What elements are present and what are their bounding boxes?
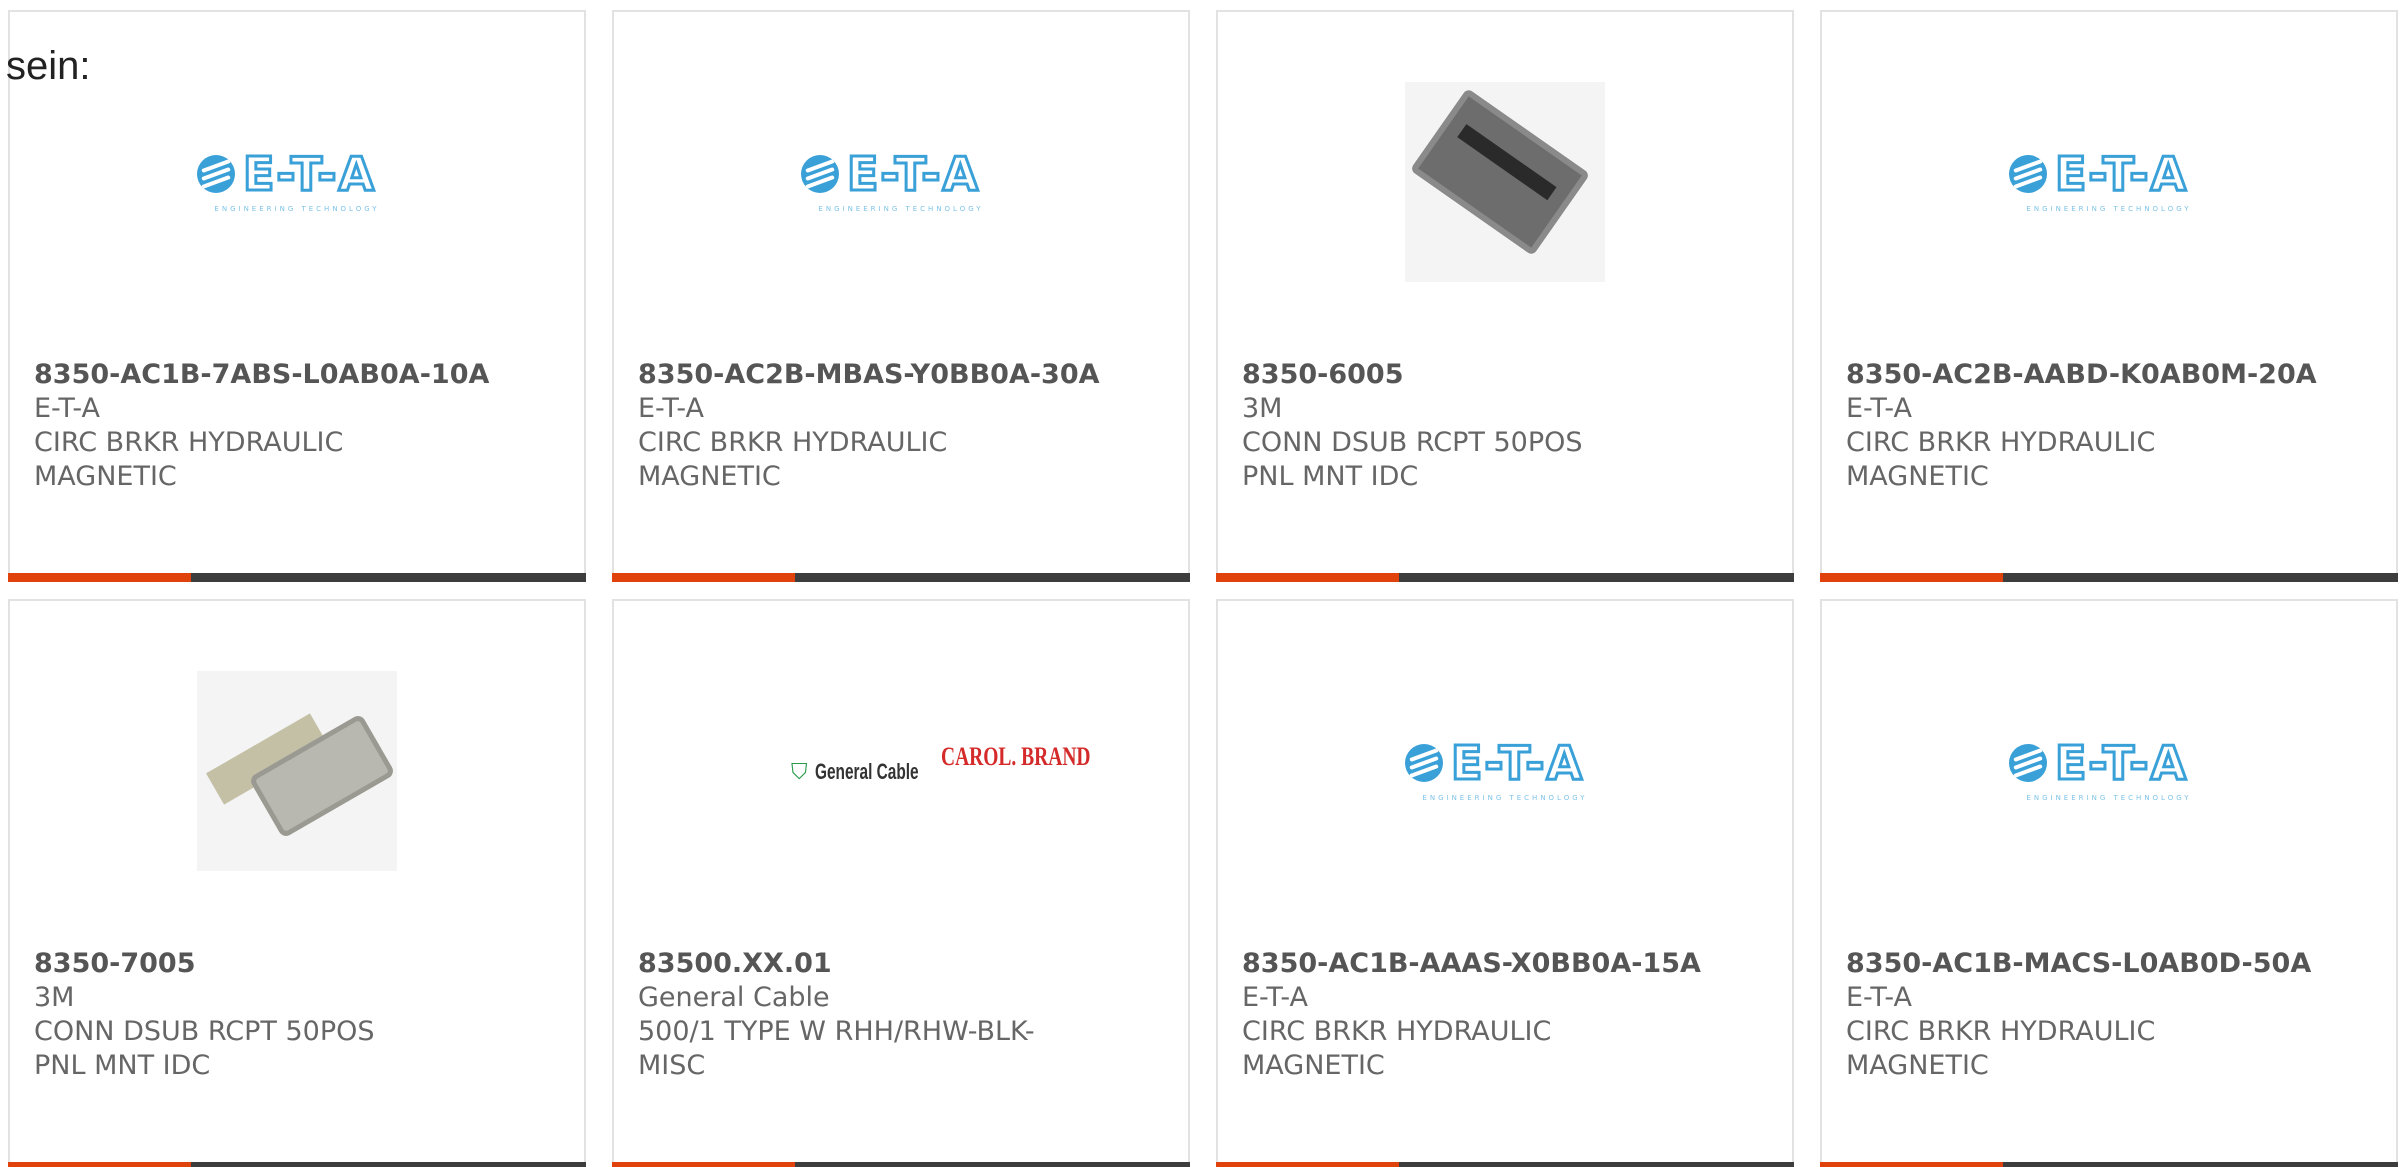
part-number[interactable]: 8350-AC1B-MACS-L0AB0D-50A [1846, 947, 2372, 981]
manufacturer: E-T-A [1846, 393, 1912, 424]
manufacturer: General Cable [638, 982, 830, 1013]
card-bar [1216, 1162, 1794, 1167]
part-number[interactable]: 8350-6005 [1242, 358, 1768, 392]
manufacturer: E-T-A [34, 393, 100, 424]
product-info: 8350-7005 3M CONN DSUB RCPT 50POS PNL MN… [34, 947, 560, 1083]
part-number[interactable]: 8350-AC1B-7ABS-L0AB0A-10A [34, 358, 560, 392]
product-image[interactable]: E-T-A ENGINEERING TECHNOLOGY [10, 82, 584, 282]
product-image[interactable] [1218, 82, 1792, 282]
description: CIRC BRKR HYDRAULIC MAGNETIC [638, 427, 948, 492]
card-bar [8, 1162, 586, 1167]
part-number[interactable]: 83500.XX.01 [638, 947, 1164, 981]
description: CONN DSUB RCPT 50POS PNL MNT IDC [1242, 427, 1583, 492]
card-bar [612, 573, 1190, 582]
product-info: 83500.XX.01 General Cable 500/1 TYPE W R… [638, 947, 1164, 1083]
card-bar [612, 1162, 1190, 1167]
product-card[interactable]: 8350-7005 3M CONN DSUB RCPT 50POS PNL MN… [8, 599, 586, 1167]
product-info: 8350-AC2B-MBAS-Y0BB0A-30A E-T-A CIRC BRK… [638, 358, 1164, 494]
product-image[interactable]: E-T-A ENGINEERING TECHNOLOGY [1822, 82, 2396, 282]
manufacturer: E-T-A [638, 393, 704, 424]
eta-logo-icon: E-T-A ENGINEERING TECHNOLOGY [197, 146, 397, 217]
product-card[interactable]: E-T-A ENGINEERING TECHNOLOGY 8350-AC1B-A… [1216, 599, 1794, 1167]
description: CIRC BRKR HYDRAULIC MAGNETIC [34, 427, 344, 492]
manufacturer: E-T-A [1242, 982, 1308, 1013]
eta-logo-icon: E-T-A ENGINEERING TECHNOLOGY [801, 146, 1001, 217]
prefix-text: sein: [6, 44, 91, 88]
product-card[interactable]: E-T-A ENGINEERING TECHNOLOGY 8350-AC1B-7… [8, 10, 586, 582]
manufacturer: E-T-A [1846, 982, 1912, 1013]
manufacturer: 3M [1242, 393, 1283, 424]
connector-photo-icon [197, 671, 397, 871]
product-info: 8350-AC1B-7ABS-L0AB0A-10A E-T-A CIRC BRK… [34, 358, 560, 494]
description: CIRC BRKR HYDRAULIC MAGNETIC [1846, 1016, 2156, 1081]
eta-logo-icon: E-T-A ENGINEERING TECHNOLOGY [2009, 735, 2209, 806]
product-card[interactable]: E-T-A ENGINEERING TECHNOLOGY 8350-AC2B-M… [612, 10, 1190, 582]
part-number[interactable]: 8350-7005 [34, 947, 560, 981]
eta-logo-icon: E-T-A ENGINEERING TECHNOLOGY [1405, 735, 1605, 806]
product-card[interactable]: ⛉ General Cable CAROL. BRAND 83500.XX.01… [612, 599, 1190, 1167]
product-card[interactable]: 8350-6005 3M CONN DSUB RCPT 50POS PNL MN… [1216, 10, 1794, 582]
product-image[interactable] [10, 671, 584, 871]
description: CONN DSUB RCPT 50POS PNL MNT IDC [34, 1016, 375, 1081]
product-image[interactable]: E-T-A ENGINEERING TECHNOLOGY [614, 82, 1188, 282]
part-number[interactable]: 8350-AC2B-MBAS-Y0BB0A-30A [638, 358, 1164, 392]
product-grid: E-T-A ENGINEERING TECHNOLOGY 8350-AC1B-7… [0, 0, 2400, 1167]
card-bar [8, 573, 586, 582]
product-card[interactable]: E-T-A ENGINEERING TECHNOLOGY 8350-AC1B-M… [1820, 599, 2398, 1167]
manufacturer: 3M [34, 982, 75, 1013]
general-cable-logo-icon: ⛉ General Cable CAROL. BRAND [791, 742, 1091, 785]
description: 500/1 TYPE W RHH/RHW-BLK-MISC [638, 1016, 1035, 1081]
product-image[interactable]: E-T-A ENGINEERING TECHNOLOGY [1218, 671, 1792, 871]
connector-photo-icon [1405, 82, 1605, 282]
product-info: 8350-AC1B-AAAS-X0BB0A-15A E-T-A CIRC BRK… [1242, 947, 1768, 1083]
part-number[interactable]: 8350-AC2B-AABD-K0AB0M-20A [1846, 358, 2372, 392]
product-image[interactable]: ⛉ General Cable CAROL. BRAND [614, 671, 1188, 871]
product-info: 8350-AC2B-AABD-K0AB0M-20A E-T-A CIRC BRK… [1846, 358, 2372, 494]
product-info: 8350-6005 3M CONN DSUB RCPT 50POS PNL MN… [1242, 358, 1768, 494]
product-card[interactable]: E-T-A ENGINEERING TECHNOLOGY 8350-AC2B-A… [1820, 10, 2398, 582]
product-info: 8350-AC1B-MACS-L0AB0D-50A E-T-A CIRC BRK… [1846, 947, 2372, 1083]
eta-logo-icon: E-T-A ENGINEERING TECHNOLOGY [2009, 146, 2209, 217]
description: CIRC BRKR HYDRAULIC MAGNETIC [1846, 427, 2156, 492]
part-number[interactable]: 8350-AC1B-AAAS-X0BB0A-15A [1242, 947, 1768, 981]
product-image[interactable]: E-T-A ENGINEERING TECHNOLOGY [1822, 671, 2396, 871]
card-bar [1820, 1162, 2398, 1167]
description: CIRC BRKR HYDRAULIC MAGNETIC [1242, 1016, 1552, 1081]
card-bar [1820, 573, 2398, 582]
card-bar [1216, 573, 1794, 582]
